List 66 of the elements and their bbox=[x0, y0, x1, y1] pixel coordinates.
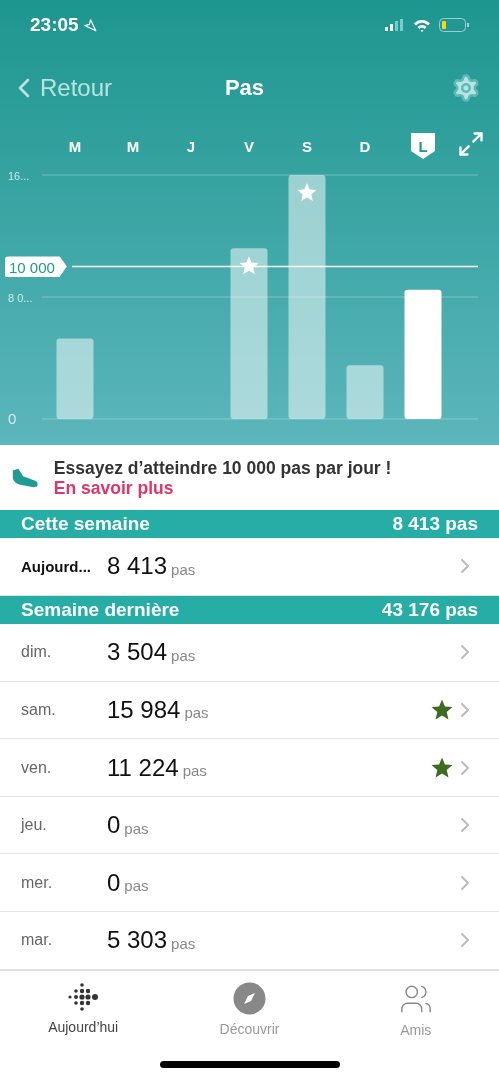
step-unit: pas bbox=[124, 819, 149, 837]
day-label[interactable]: M bbox=[126, 138, 140, 155]
step-unit: pas bbox=[182, 762, 207, 780]
step-unit: pas bbox=[171, 934, 196, 952]
status-time: 23:05 bbox=[30, 14, 79, 36]
step-unit: pas bbox=[171, 646, 196, 664]
compass-icon bbox=[233, 981, 266, 1015]
step-unit: pas bbox=[171, 560, 196, 578]
expand-icon[interactable] bbox=[457, 130, 485, 158]
location-icon bbox=[82, 18, 97, 32]
step-unit: pas bbox=[124, 877, 149, 895]
axis-tick-label: 0 bbox=[8, 410, 17, 427]
section-title: Cette semaine bbox=[21, 513, 150, 535]
step-count: 15 984 bbox=[107, 695, 181, 724]
day-bar[interactable] bbox=[230, 248, 268, 419]
day-label[interactable]: L bbox=[418, 138, 428, 155]
axis-tick-label: 8 0... bbox=[8, 292, 33, 304]
axis-tick-label: 16... bbox=[8, 170, 30, 182]
day-bar[interactable] bbox=[346, 365, 384, 419]
section-title: Semaine dernière bbox=[21, 598, 180, 621]
dots-logo-icon bbox=[67, 981, 99, 1013]
day-label[interactable]: D bbox=[359, 138, 371, 155]
tab-bar-item[interactable]: Amis bbox=[345, 980, 486, 1039]
goal-badge: 10 000 bbox=[5, 256, 67, 277]
step-count: 3 504 bbox=[107, 638, 168, 667]
day-name: jeu. bbox=[21, 816, 48, 835]
day-label[interactable]: S bbox=[302, 138, 312, 155]
settings-icon[interactable] bbox=[451, 72, 481, 103]
page-title: Pas bbox=[224, 74, 265, 101]
day-bar[interactable] bbox=[288, 175, 326, 419]
day-row[interactable]: dim. 3 504 pas bbox=[0, 624, 499, 682]
day-label[interactable]: J bbox=[186, 138, 196, 155]
step-count: 8 413 bbox=[107, 552, 168, 581]
day-name: dim. bbox=[21, 643, 53, 662]
section-total: 8 413 pas bbox=[392, 513, 478, 535]
signal-icon bbox=[385, 19, 405, 31]
step-count: 11 224 bbox=[107, 753, 179, 782]
day-label[interactable]: M bbox=[68, 138, 82, 155]
section-total: 43 176 pas bbox=[381, 598, 478, 621]
day-name: Aujourd... bbox=[21, 557, 92, 575]
star-icon bbox=[297, 183, 317, 202]
day-name: mer. bbox=[21, 873, 54, 892]
learn-more-link[interactable]: En savoir plus bbox=[53, 478, 174, 499]
day-row[interactable]: Aujourd... 8 413 pas bbox=[0, 538, 499, 596]
day-row[interactable]: mar. 5 303 pas bbox=[0, 912, 499, 970]
back-button[interactable]: Retour bbox=[8, 71, 113, 104]
tip-text: Essayez d’atteindre 10 000 pas par jour ! En savoir plus bbox=[53, 458, 393, 499]
day-bar[interactable] bbox=[56, 338, 94, 419]
battery-icon bbox=[439, 18, 469, 32]
day-name: ven. bbox=[21, 758, 53, 777]
day-bar[interactable] bbox=[404, 289, 442, 419]
day-name: sam. bbox=[21, 700, 57, 719]
day-row[interactable]: jeu. 0 pas bbox=[0, 796, 499, 855]
day-row[interactable]: sam. 15 984 pas bbox=[0, 681, 499, 740]
step-unit: pas bbox=[184, 704, 209, 722]
step-count: 5 303 bbox=[107, 926, 168, 955]
day-name: mar. bbox=[21, 931, 54, 950]
step-count: 0 bbox=[107, 868, 121, 897]
star-icon bbox=[239, 256, 259, 275]
tab-bar-item[interactable]: Aujourd’hui bbox=[13, 980, 154, 1039]
step-count: 0 bbox=[107, 811, 121, 840]
tab-bar-item[interactable]: Découvrir bbox=[179, 980, 320, 1039]
day-label[interactable]: V bbox=[244, 138, 254, 155]
wifi-icon bbox=[413, 18, 431, 32]
day-row[interactable]: ven. 11 224 pas bbox=[0, 739, 499, 797]
day-row[interactable]: mer. 0 pas bbox=[0, 854, 499, 913]
